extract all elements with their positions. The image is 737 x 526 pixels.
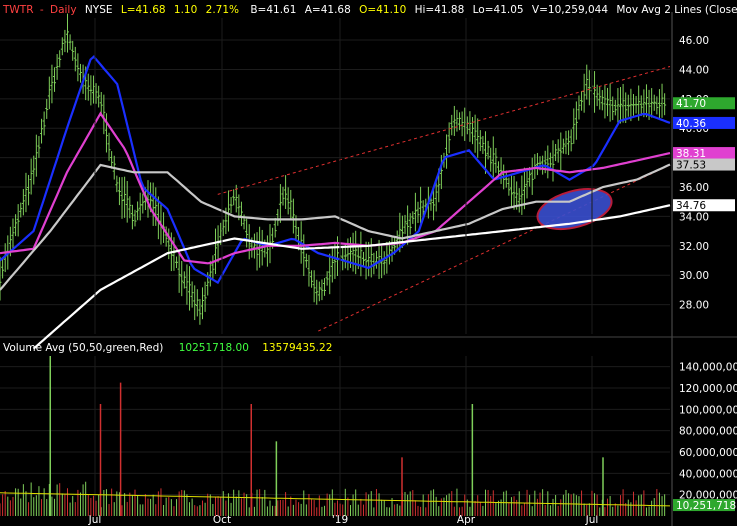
header-change: 1.10: [174, 4, 197, 16]
header-pct-change: 2.71%: [206, 4, 239, 16]
price-tick-label: 36.00: [679, 182, 709, 194]
header-interval: Daily: [50, 4, 77, 16]
price-tick-label: 30.00: [679, 270, 709, 282]
price-tick-label: 28.00: [679, 300, 709, 312]
price-value-label-text: 37.53: [676, 160, 706, 172]
volume-tick-label: 100,000,000: [679, 404, 737, 416]
header-symbol: TWTR: [2, 4, 34, 16]
volume-value-label: 10,251,718: [673, 499, 736, 512]
volume-tick-label: 120,000,000: [679, 383, 737, 395]
price-value-label: 40.36: [673, 116, 735, 130]
price-value-label: 34.76: [673, 199, 735, 212]
price-value-label-text: 40.36: [676, 118, 706, 130]
header-volume: V=10,259,044: [532, 4, 608, 16]
header-last: L=41.68: [121, 4, 166, 16]
volume-tick-label: 40,000,000: [679, 468, 737, 480]
price-tick-label: 32.00: [679, 241, 709, 253]
header-bid: B=41.61: [250, 4, 296, 16]
price-tick-label: 46.00: [679, 35, 709, 47]
price-value-label: 38.31: [673, 147, 735, 160]
price-tick-label: 44.00: [679, 64, 709, 76]
volume-value-2: 13579435.22: [262, 342, 332, 354]
price-value-label-text: 38.31: [676, 148, 706, 160]
header-high: Hi=41.88: [415, 4, 465, 16]
price-value-label-text: 34.76: [676, 200, 706, 212]
header-study: Mov Avg 2 Lines (Close,20,: [616, 4, 737, 16]
stock-chart: TWTR - Daily NYSE L=41.68 1.10 2.71% B=4…: [0, 0, 737, 526]
header-ask: A=41.68: [305, 4, 351, 16]
volume-value-1: 10251718.00: [179, 342, 249, 354]
volume-tick-label: 140,000,000: [679, 362, 737, 374]
volume-value-label-text: 10,251,718: [676, 500, 736, 512]
price-value-label: 37.53: [673, 158, 735, 172]
header-low: Lo=41.05: [473, 4, 524, 16]
volume-title: Volume Avg (50,50,green,Red): [3, 342, 163, 354]
price-tick-label: 34.00: [679, 211, 709, 223]
volume-tick-label: 60,000,000: [679, 447, 737, 459]
volume-tick-label: 80,000,000: [679, 426, 737, 438]
header-open: O=41.10: [359, 4, 406, 16]
price-header: TWTR - Daily NYSE L=41.68 1.10 2.71% B=4…: [2, 4, 737, 16]
header-exchange: NYSE: [85, 4, 113, 16]
price-value-label-text: 41.70: [676, 98, 706, 110]
price-value-label: 41.70: [673, 97, 735, 110]
